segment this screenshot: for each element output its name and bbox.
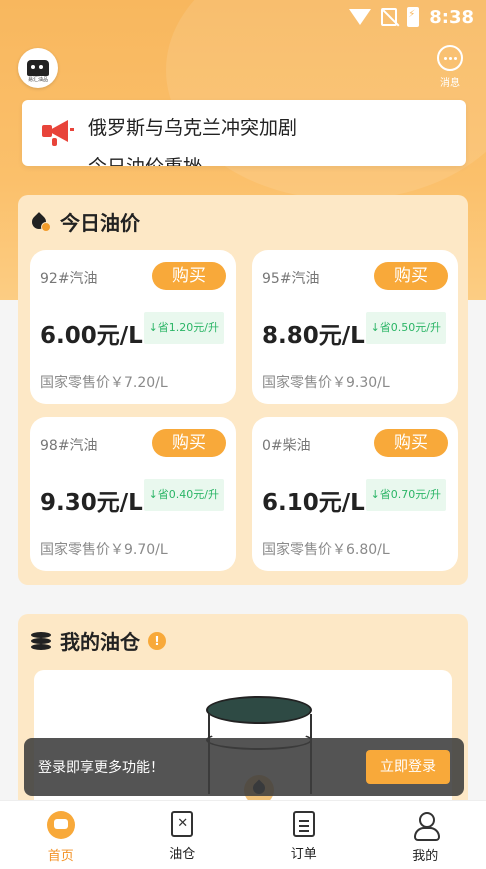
buy-button[interactable]: 购买 <box>152 262 226 290</box>
fuel-name: 92#汽油 <box>40 271 98 287</box>
logo-text: 易汇油品 <box>27 77 48 83</box>
login-prompt: 登录即享更多功能！ 立即登录 <box>24 738 464 796</box>
no-sim-icon <box>381 8 398 26</box>
retail-price: 国家零售价￥9.70/L <box>40 542 168 558</box>
buy-button[interactable]: 购买 <box>152 429 226 457</box>
tank-icon <box>171 811 194 837</box>
tab-orders[interactable]: 订单 <box>243 801 365 869</box>
tab-label: 订单 <box>290 847 317 862</box>
logo-icon <box>27 60 49 76</box>
buy-button[interactable]: 购买 <box>374 262 448 290</box>
section-title: 我的油仓 <box>60 630 140 654</box>
tab-home[interactable]: 首页 <box>0 801 122 869</box>
login-button[interactable]: 立即登录 <box>366 750 450 784</box>
fuel-card-95[interactable]: 95#汽油 购买 8.80元/L ↓省0.50元/升 国家零售价￥9.30/L <box>252 250 458 404</box>
fuel-name: 0#柴油 <box>262 438 311 454</box>
app-logo: 易汇油品 <box>18 48 58 88</box>
tab-label: 首页 <box>47 849 74 864</box>
tab-label: 我的 <box>412 849 439 864</box>
fuel-card-98[interactable]: 98#汽油 购买 9.30元/L ↓省0.40元/升 国家零售价￥9.70/L <box>30 417 236 571</box>
order-list-icon <box>292 811 315 837</box>
chat-bubble-icon <box>437 45 463 71</box>
saving-badge: ↓省0.50元/升 <box>365 312 446 344</box>
tab-label: 油仓 <box>169 847 196 862</box>
tab-mine[interactable]: 我的 <box>365 801 486 869</box>
retail-price: 国家零售价￥6.80/L <box>262 542 390 558</box>
login-prompt-text: 登录即享更多功能！ <box>38 760 164 776</box>
news-ticker[interactable]: 俄罗斯与乌克兰冲突加剧 今日油价重挫 <box>22 100 466 166</box>
bottom-tab-bar: 首页 油仓 订单 我的 <box>0 800 486 869</box>
news-headline[interactable]: 今日油价重挫 <box>88 152 202 166</box>
section-header: 今日油价 <box>29 207 140 236</box>
fuel-card-92[interactable]: 92#汽油 购买 6.00元/L ↓省1.20元/升 国家零售价￥7.20/L <box>30 250 236 404</box>
user-icon <box>411 811 441 841</box>
home-icon <box>46 811 75 839</box>
fuel-name: 95#汽油 <box>262 271 320 287</box>
retail-price: 国家零售价￥9.30/L <box>262 375 390 391</box>
status-time: 8:38 <box>429 6 474 28</box>
fuel-name: 98#汽油 <box>40 438 98 454</box>
saving-badge: ↓省0.40元/升 <box>143 479 224 511</box>
messages-button[interactable]: 消息 <box>432 45 468 89</box>
fuel-price: 6.10元/L <box>262 490 365 516</box>
saving-badge: ↓省1.20元/升 <box>143 312 224 344</box>
buy-button[interactable]: 购买 <box>374 429 448 457</box>
tab-tank[interactable]: 油仓 <box>122 801 244 869</box>
wifi-icon <box>349 9 372 25</box>
fuel-price: 8.80元/L <box>262 323 365 349</box>
saving-badge: ↓省0.70元/升 <box>365 479 446 511</box>
retail-price: 国家零售价￥7.20/L <box>40 375 168 391</box>
battery-charging-icon <box>407 7 420 27</box>
fuel-price: 6.00元/L <box>40 323 143 349</box>
info-icon[interactable]: ! <box>148 631 166 650</box>
megaphone-icon <box>40 118 74 148</box>
coins-icon <box>30 630 52 652</box>
news-headline[interactable]: 俄罗斯与乌克兰冲突加剧 <box>88 113 297 140</box>
section-title: 今日油价 <box>60 211 140 235</box>
tank-lid <box>206 696 312 724</box>
messages-label: 消息 <box>440 78 460 89</box>
fuel-price: 9.30元/L <box>40 490 143 516</box>
fuel-card-diesel[interactable]: 0#柴油 购买 6.10元/L ↓省0.70元/升 国家零售价￥6.80/L <box>252 417 458 571</box>
section-header: 我的油仓 ! <box>30 626 166 655</box>
status-bar: 8:38 <box>0 0 486 34</box>
today-prices-panel: 今日油价 92#汽油 购买 6.00元/L ↓省1.20元/升 国家零售价￥7.… <box>18 195 468 585</box>
oil-drop-icon <box>29 211 52 233</box>
